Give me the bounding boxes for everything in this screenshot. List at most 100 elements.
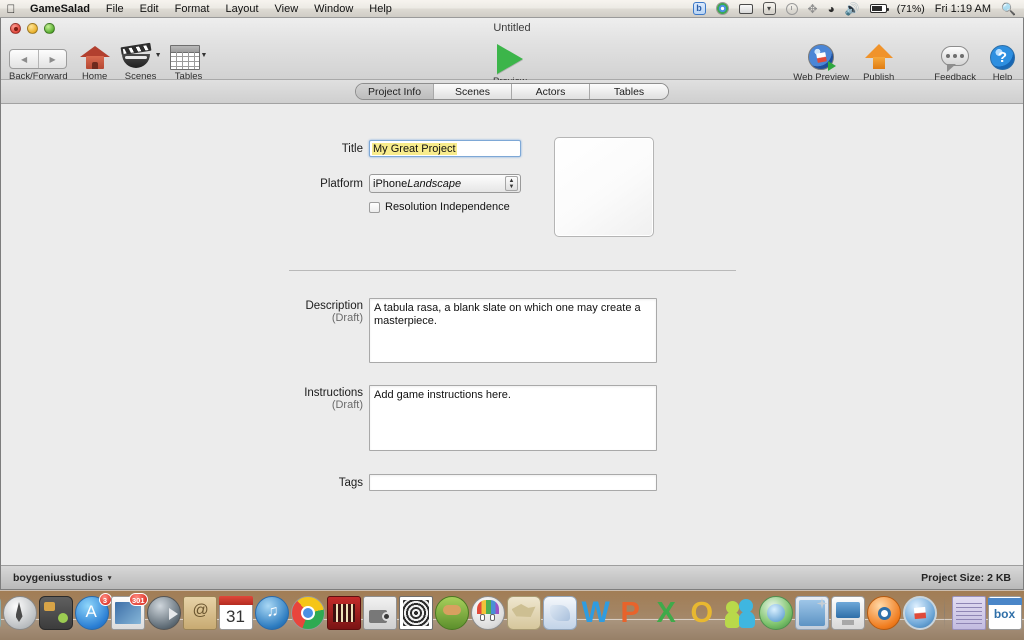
feedback-speech-bubble-icon [941, 46, 970, 72]
toolbar-web-preview-button[interactable]: Web Preview [793, 44, 849, 83]
dock-item-gimp-wilber[interactable] [470, 596, 505, 630]
description-label: Description [305, 300, 363, 312]
title-input[interactable]: My Great Project [369, 140, 521, 157]
apple-menu-icon[interactable]:  [0, 0, 22, 18]
wifi-icon[interactable]: ◕ [828, 2, 835, 16]
help-question-icon: ? [990, 45, 1015, 70]
title-label: Title [341, 142, 363, 155]
dock-item-calendar[interactable]: 31 [218, 596, 253, 630]
menu-bar-clock[interactable]: Fri 1:19 AM [935, 0, 991, 18]
menu-item-view[interactable]: View [267, 0, 307, 18]
toolbar-home-button[interactable]: Home [79, 44, 110, 82]
dock-item-gimp[interactable] [542, 596, 577, 630]
description-textarea[interactable]: A tabula rasa, a blank slate on which on… [369, 298, 657, 363]
tab-group: Project Info Scenes Actors Tables [355, 83, 669, 100]
dock-item-word[interactable]: P [615, 596, 649, 630]
back-forward-control[interactable]: ◀ ▶ Back/Forward [9, 49, 68, 82]
back-arrow-icon[interactable]: ◀ [10, 50, 39, 68]
dock-item-powerpoint[interactable]: X [651, 596, 685, 630]
instructions-textarea[interactable]: Add game instructions here. [369, 385, 657, 451]
menu-bar-left:  GameSalad File Edit Format Layout View… [0, 0, 400, 18]
menu-item-file[interactable]: File [98, 0, 132, 18]
box-sync-icon[interactable]: b [692, 2, 706, 15]
back-forward-segmented-control[interactable]: ◀ ▶ [9, 49, 68, 69]
dock-item-outlook[interactable] [723, 596, 757, 630]
dock-item-audacity[interactable] [434, 596, 469, 630]
dock-item-mail[interactable]: 301 [110, 593, 148, 630]
description-label-block: Description (Draft) [291, 298, 363, 363]
scenes-chevron-down-icon[interactable]: ▼ [155, 52, 162, 59]
dock-item-safari[interactable] [902, 596, 937, 630]
dock-item-documents-stack[interactable] [951, 596, 986, 630]
platform-value-italic: Landscape [407, 177, 462, 190]
menu-item-edit[interactable]: Edit [132, 0, 167, 18]
publish-up-arrow-icon [864, 44, 893, 70]
dock-item-app-store[interactable]: A 3 [74, 593, 112, 630]
dock: ☺ A 3 301 @ [0, 590, 1024, 640]
menu-item-format[interactable]: Format [167, 0, 218, 18]
dock-item-facetime[interactable] [146, 596, 181, 630]
tab-project-info[interactable]: Project Info [356, 84, 434, 99]
clock-icon[interactable] [785, 2, 798, 15]
dock-item-blender[interactable] [866, 596, 901, 630]
instructions-row: Instructions (Draft) Add game instructio… [291, 385, 657, 451]
resolution-independence-checkbox[interactable] [369, 201, 380, 213]
dock-separator [943, 597, 945, 629]
toolbar-left-group: ◀ ▶ Back/Forward Home ▼ Scenes ▼ Tables [9, 42, 208, 82]
tab-actors[interactable]: Actors [512, 84, 590, 99]
project-thumbnail-placeholder [554, 137, 654, 237]
volume-icon[interactable]: 🔊 [845, 2, 860, 16]
menu-app-name[interactable]: GameSalad [22, 0, 98, 18]
toolbar-tables-button[interactable]: ▼ Tables [169, 45, 208, 82]
play-triangle-icon [496, 44, 523, 74]
dock-item-chrome[interactable] [290, 596, 325, 630]
resolution-independence-row[interactable]: Resolution Independence [369, 201, 510, 213]
dropbox-icon[interactable]: ▾ [762, 2, 776, 15]
battery-percent-label: (71%) [896, 2, 925, 15]
instructions-draft-label: (Draft) [331, 399, 363, 411]
dock-item-finder[interactable]: ☺ [0, 596, 1, 630]
menu-item-window[interactable]: Window [306, 0, 361, 18]
tables-chevron-down-icon[interactable]: ▼ [201, 52, 208, 59]
dock-item-gamesalad[interactable] [794, 596, 829, 630]
disk-icon[interactable] [738, 3, 753, 14]
platform-stepper-arrows-icon[interactable]: ▲ ▼ [505, 176, 518, 191]
dock-item-utorrent[interactable]: W [579, 596, 613, 630]
dock-item-firefox[interactable] [326, 596, 361, 630]
menu-item-layout[interactable]: Layout [217, 0, 266, 18]
dock-item-messenger[interactable] [758, 596, 793, 630]
toolbar-help-button[interactable]: ? Help [990, 45, 1015, 83]
project-thumbnail[interactable] [554, 137, 654, 237]
tags-input[interactable] [369, 474, 657, 491]
dock-item-box-sync[interactable]: box [987, 596, 1022, 630]
platform-label: Platform [320, 177, 363, 190]
toolbar-feedback-button[interactable]: Feedback [934, 46, 976, 83]
menu-bar-status-area: b ▾ ✥ ◕ 🔊 (71%) Fri 1:19 AM 🔍 [692, 0, 1024, 18]
dock-badge-calendar: 31 [226, 607, 245, 626]
tab-scenes[interactable]: Scenes [434, 84, 512, 99]
dock-item-launchpad[interactable] [2, 596, 37, 630]
tags-row: Tags [291, 474, 657, 491]
battery-icon[interactable] [869, 4, 889, 13]
bluetooth-icon[interactable]: ✥ [808, 2, 818, 16]
forward-arrow-icon[interactable]: ▶ [39, 50, 67, 68]
dock-item-screen-capture[interactable] [830, 596, 865, 630]
tables-grid-icon [169, 45, 200, 70]
section-divider [289, 270, 736, 271]
dock-item-preview-photo[interactable] [398, 596, 433, 630]
platform-select[interactable]: iPhone Landscape ▲ ▼ [369, 174, 521, 193]
menu-item-help[interactable]: Help [361, 0, 400, 18]
account-chevron-down-icon[interactable]: ▾ [108, 574, 112, 582]
dock-item-contacts[interactable]: @ [182, 596, 217, 630]
tab-tables[interactable]: Tables [590, 84, 668, 99]
toolbar-scenes-button[interactable]: ▼ Scenes [120, 42, 162, 82]
chrome-icon[interactable] [715, 2, 729, 15]
dock-item-imovie[interactable] [362, 596, 397, 630]
dock-item-wallet-android[interactable] [38, 596, 73, 630]
spotlight-search-icon[interactable]: 🔍 [1001, 2, 1016, 16]
toolbar-publish-button[interactable]: Publish [863, 44, 894, 83]
dock-item-itunes[interactable]: ♫ [254, 596, 289, 630]
dock-item-excel[interactable]: O [687, 596, 721, 630]
dock-item-inkscape[interactable] [506, 596, 541, 630]
account-menu[interactable]: boygeniusstudios ▾ [13, 572, 111, 584]
